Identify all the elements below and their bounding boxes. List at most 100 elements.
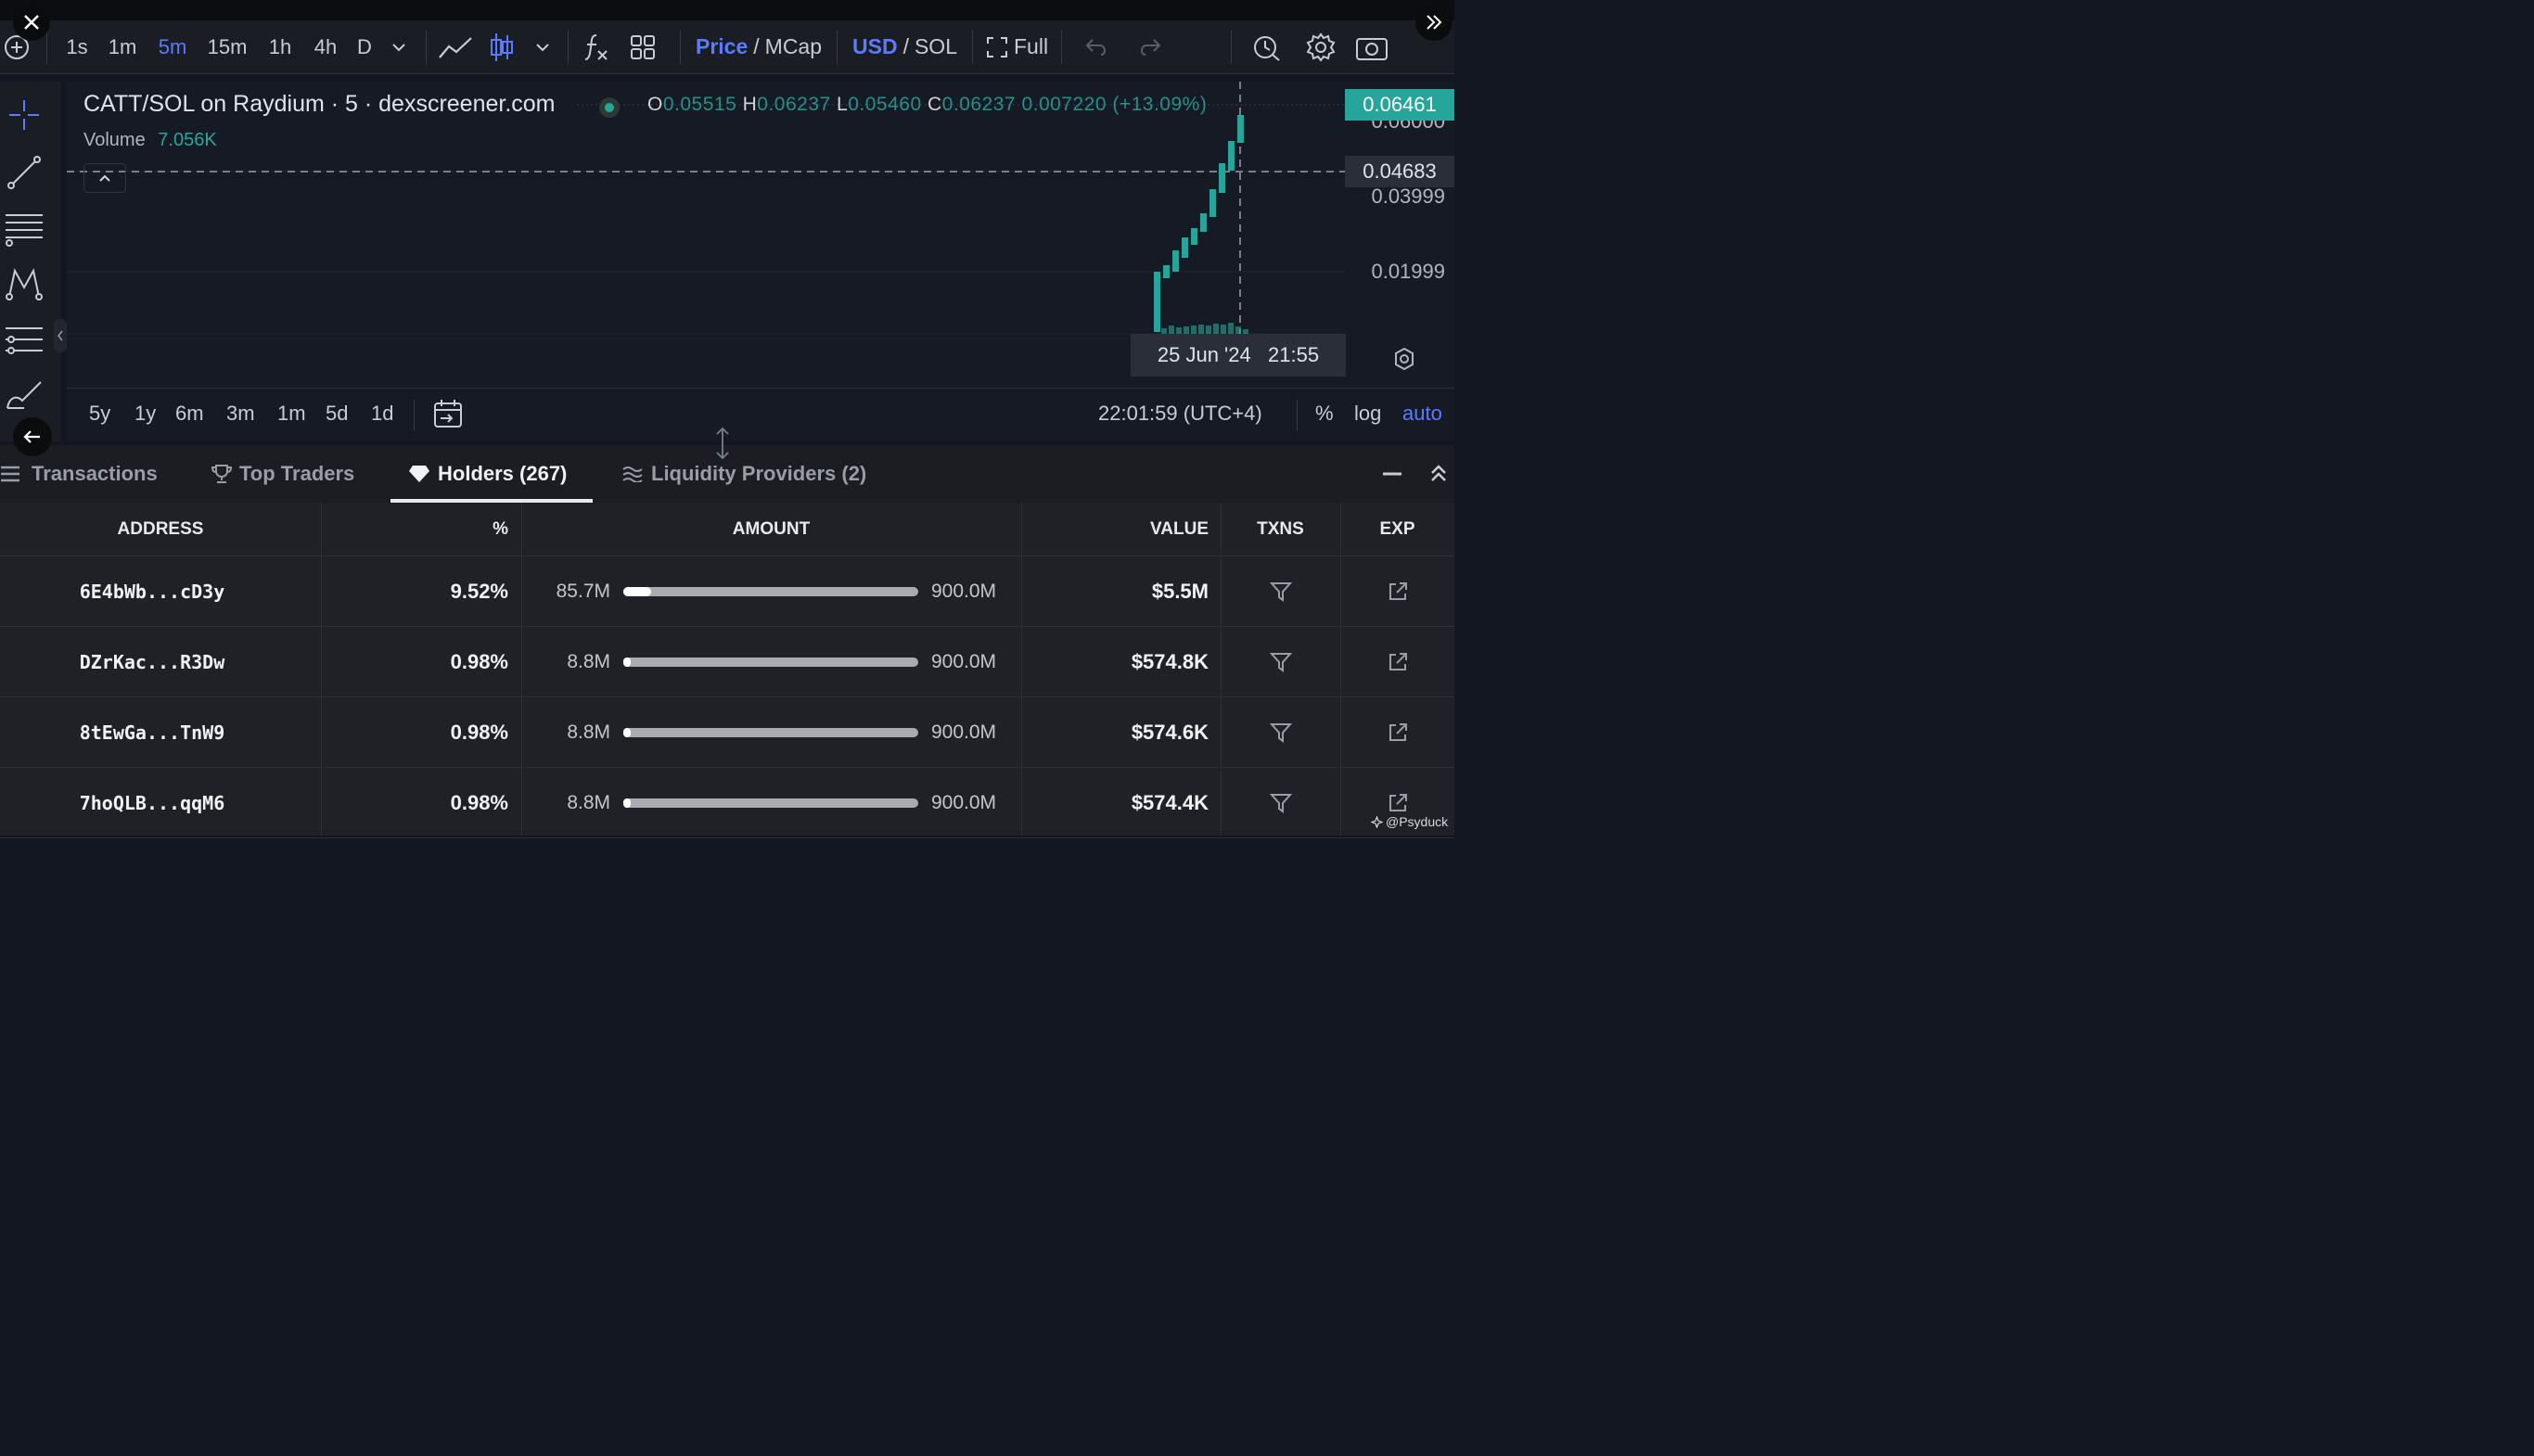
holder-address[interactable]: DZrKac...R3Dw xyxy=(0,627,304,697)
snapshot-button[interactable] xyxy=(1349,20,1395,74)
candle xyxy=(1182,237,1188,258)
filter-txns-button[interactable] xyxy=(1221,627,1340,697)
open-label: O xyxy=(647,94,663,115)
table-row[interactable]: 6E4bWb...cD3y 9.52% 85.7M 900.0M $5.5M xyxy=(0,556,1454,627)
percent-scale-toggle[interactable]: % xyxy=(1315,402,1334,426)
fib-tool[interactable] xyxy=(4,208,45,249)
layout-button[interactable] xyxy=(615,20,671,74)
holder-address[interactable]: 7hoQLB...qqM6 xyxy=(0,768,304,838)
maximize-button[interactable] xyxy=(1428,462,1449,484)
indicators-button[interactable] xyxy=(578,20,615,74)
trend-line-tool[interactable] xyxy=(4,152,45,193)
back-button[interactable] xyxy=(13,417,52,456)
range-1m[interactable]: 1m xyxy=(277,402,306,426)
undo-icon xyxy=(1085,38,1107,56)
resize-handle[interactable] xyxy=(712,427,733,460)
minimize-button[interactable] xyxy=(1382,469,1404,479)
explorer-link[interactable] xyxy=(1340,556,1454,627)
amount-bar xyxy=(623,798,918,808)
alert-button[interactable] xyxy=(1241,20,1293,74)
range-5y[interactable]: 5y xyxy=(89,402,110,426)
slash: / xyxy=(902,34,909,58)
undo-button[interactable] xyxy=(1071,20,1123,74)
horizontal-lines-icon xyxy=(6,214,43,247)
mcap-option[interactable]: MCap xyxy=(765,34,822,59)
currency-toggle[interactable]: USD / SOL xyxy=(852,34,957,59)
chart-type-dropdown[interactable] xyxy=(527,20,558,74)
collapse-tools-handle[interactable] xyxy=(54,319,67,352)
auto-scale-toggle[interactable]: auto xyxy=(1402,402,1442,426)
filter-txns-button[interactable] xyxy=(1221,768,1340,838)
line-chart-button[interactable] xyxy=(436,20,477,74)
header-percent[interactable]: % xyxy=(321,503,508,556)
filter-txns-button[interactable] xyxy=(1221,697,1340,768)
projection-tool[interactable] xyxy=(4,319,45,360)
tab-holders[interactable]: Holders (267) xyxy=(408,445,567,503)
tab-liquidity-providers[interactable]: Liquidity Providers (2) xyxy=(621,445,866,503)
collapse-legend-button[interactable] xyxy=(83,163,126,193)
crosshair-time-tag: 25 Jun '24 21:55 xyxy=(1131,334,1346,377)
brush-tool[interactable] xyxy=(4,375,45,415)
interval-1s[interactable]: 1s xyxy=(57,20,97,74)
goto-date-button[interactable] xyxy=(432,398,464,429)
interval-4h[interactable]: 4h xyxy=(303,20,348,74)
range-5d[interactable]: 5d xyxy=(326,402,348,426)
interval-15m[interactable]: 15m xyxy=(198,20,257,74)
scale-settings-button[interactable] xyxy=(1391,346,1417,372)
resize-vertical-icon xyxy=(716,427,729,460)
header-value[interactable]: VALUE xyxy=(1021,503,1209,556)
redo-button[interactable] xyxy=(1123,20,1175,74)
tab-label: Liquidity Providers (2) xyxy=(651,462,867,485)
list-icon xyxy=(1,466,19,482)
interval-1h[interactable]: 1h xyxy=(257,20,303,74)
holder-percent: 9.52% xyxy=(450,580,508,603)
header-exp[interactable]: EXP xyxy=(1340,503,1454,556)
pattern-tool[interactable] xyxy=(4,263,45,304)
close-button[interactable] xyxy=(13,4,50,41)
tab-label: Top Traders xyxy=(239,462,355,485)
table-row[interactable]: 7hoQLB...qqM6 0.98% 8.8M 900.0M $574.4K xyxy=(0,768,1454,838)
volume-bar xyxy=(1184,326,1189,334)
log-scale-toggle[interactable]: log xyxy=(1354,402,1381,426)
interval-dropdown[interactable] xyxy=(381,20,416,74)
separator xyxy=(1061,30,1063,64)
holder-value: $574.6K xyxy=(1131,721,1209,744)
header-address[interactable]: ADDRESS xyxy=(0,503,321,556)
fullscreen-button[interactable]: Full xyxy=(986,34,1048,59)
volume-label: Volume xyxy=(83,130,146,150)
crosshair-tool[interactable] xyxy=(4,95,45,135)
clock-readout[interactable]: 22:01:59 (UTC+4) xyxy=(1098,402,1262,426)
interval-1m[interactable]: 1m xyxy=(97,20,147,74)
explorer-link[interactable] xyxy=(1340,697,1454,768)
table-row[interactable]: DZrKac...R3Dw 0.98% 8.8M 900.0M $574.8K xyxy=(0,627,1454,697)
range-1d[interactable]: 1d xyxy=(371,402,393,426)
sol-option[interactable]: SOL xyxy=(915,34,957,59)
interval-5m[interactable]: 5m xyxy=(147,20,198,74)
settings-button[interactable] xyxy=(1293,20,1349,74)
gear-icon xyxy=(1306,32,1336,62)
tab-top-traders[interactable]: Top Traders xyxy=(211,445,354,503)
holder-address[interactable]: 6E4bWb...cD3y xyxy=(0,556,304,627)
holder-address[interactable]: 8tEwGa...TnW9 xyxy=(0,697,304,768)
volume-legend: Volume 7.056K xyxy=(83,130,217,151)
range-1y[interactable]: 1y xyxy=(134,402,156,426)
explorer-link[interactable] xyxy=(1340,627,1454,697)
table-row[interactable]: 8tEwGa...TnW9 0.98% 8.8M 900.0M $574.6K xyxy=(0,697,1454,768)
range-6m[interactable]: 6m xyxy=(175,402,204,426)
range-3m[interactable]: 3m xyxy=(226,402,255,426)
separator xyxy=(414,400,415,431)
price-mcap-toggle[interactable]: Price / MCap xyxy=(696,34,822,59)
separator xyxy=(837,30,838,64)
filter-txns-button[interactable] xyxy=(1221,556,1340,627)
expand-panel-button[interactable] xyxy=(1415,4,1453,41)
header-txns[interactable]: TXNS xyxy=(1221,503,1340,556)
calendar-icon xyxy=(434,400,462,428)
candle-chart-button[interactable] xyxy=(477,20,527,74)
header-amount[interactable]: AMOUNT xyxy=(521,503,1021,556)
filter-icon xyxy=(1269,723,1292,743)
arrow-left-icon xyxy=(23,430,40,443)
gear-icon xyxy=(1395,347,1414,371)
interval-d[interactable]: D xyxy=(348,20,381,74)
price-option[interactable]: Price xyxy=(696,34,748,59)
usd-option[interactable]: USD xyxy=(852,34,898,59)
